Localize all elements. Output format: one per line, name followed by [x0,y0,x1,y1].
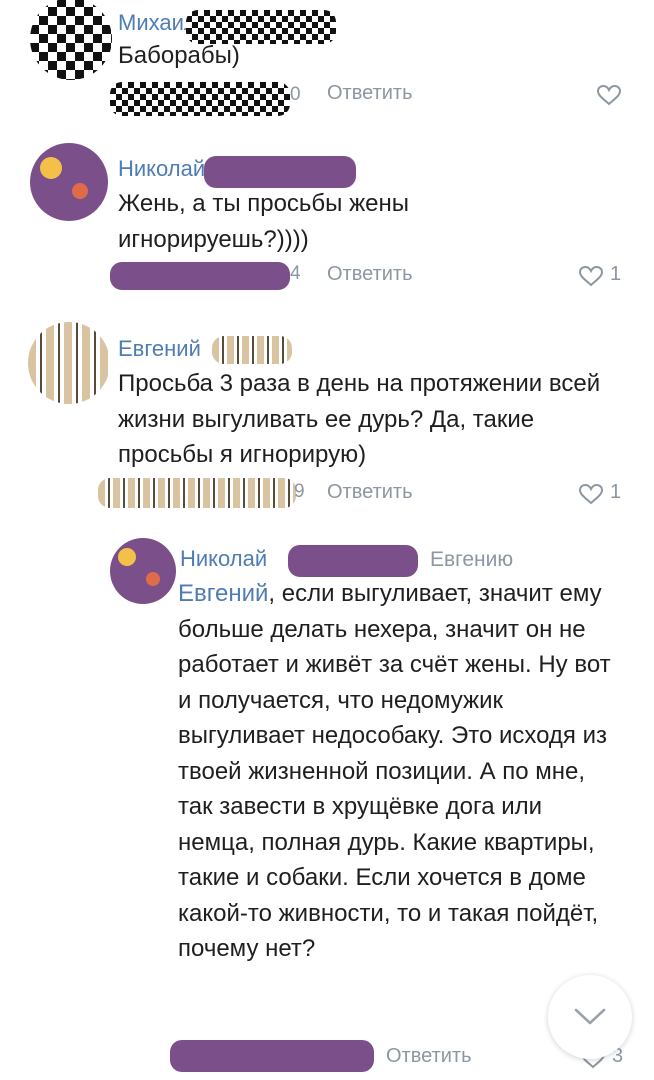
likes-count: 1 [610,481,622,503]
scroll-down-button[interactable] [548,975,632,1059]
censor-mark [110,82,290,116]
reply-button[interactable]: Ответить [386,1045,472,1068]
avatar[interactable] [110,538,176,604]
reply-button[interactable]: Ответить [327,481,413,504]
reply-button[interactable]: Ответить [327,82,413,105]
comment-text: Просьба 3 раза в день на протяжении всей… [118,370,601,468]
author-name[interactable]: Михаил [118,10,197,36]
comment-text: Жень, а ты просьбы жены игнорируешь?)))) [118,190,409,253]
timestamp-tail: 9 [294,481,305,502]
author-name[interactable]: Евгений [118,336,201,362]
heart-outline-icon[interactable] [596,84,622,106]
reply-to[interactable]: Евгению [430,548,513,572]
reply-button[interactable]: Ответить [327,263,413,286]
timestamp-tail: 4 [290,263,301,284]
censor-mark [212,336,292,364]
comment-text: Баборабы) [118,42,240,69]
avatar[interactable] [30,0,112,80]
likes-count: 1 [610,263,622,285]
author-name[interactable]: Николай [118,156,205,182]
avatar[interactable] [30,143,108,221]
author-name[interactable]: Николай [180,546,267,572]
timestamp-tail: 0 [290,84,301,105]
heart-outline-icon[interactable] [578,265,604,287]
comment-body: , если выгуливает, значит ему больше дел… [178,580,611,962]
censor-mark [170,1040,374,1072]
chevron-down-icon [574,1008,606,1025]
mention-link[interactable]: Евгений [178,580,268,607]
censor-mark [98,478,296,508]
censor-mark [204,156,356,188]
avatar[interactable] [28,322,110,404]
censor-mark [110,262,290,290]
comment-text: Евгений, если выгуливает, значит ему бол… [178,576,618,967]
heart-outline-icon[interactable] [578,483,604,505]
censor-mark [288,545,418,577]
